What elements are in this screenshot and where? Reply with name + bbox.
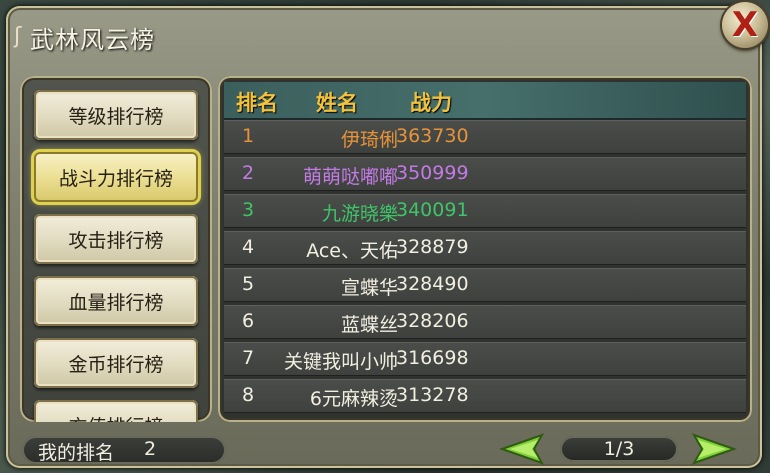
rank-cell: 7: [242, 347, 255, 369]
name-cell: 伊琦俐: [340, 129, 398, 151]
table-row[interactable]: 2 萌萌哒嘟嘟 350999: [224, 157, 746, 191]
nav-label: 攻击排行榜: [68, 229, 164, 252]
my-rank-label: 我的排名: [38, 442, 115, 464]
name-cell: 蓝蝶丝: [340, 314, 398, 336]
ranking-table: 排名 姓名 战力 1 伊琦俐 363730 2 萌萌哒嘟嘟 350999 3 九…: [218, 76, 752, 422]
header-name: 姓名: [316, 91, 358, 115]
name-cell: 6元麻辣烫: [309, 388, 398, 410]
table-row[interactable]: 6 蓝蝶丝 328206: [224, 305, 746, 339]
header-rank: 排名: [236, 91, 278, 115]
nav-attack-ranking-button[interactable]: 攻击排行榜: [34, 214, 198, 264]
power-cell: 328490: [396, 273, 469, 295]
table-row[interactable]: 1 伊琦俐 363730: [224, 120, 746, 154]
name-cell: 关键我叫小帅: [283, 351, 398, 373]
nav-label: 充值排行榜: [68, 412, 163, 423]
nav-level-ranking-button[interactable]: 等级排行榜: [34, 90, 198, 140]
power-cell: 363730: [396, 125, 469, 147]
rank-cell: 6: [242, 310, 255, 332]
power-cell: 350999: [396, 162, 469, 184]
name-cell: 宣蝶华: [340, 277, 398, 299]
power-cell: 313278: [396, 384, 469, 406]
power-cell: 328879: [396, 236, 469, 258]
rank-cell: 8: [242, 384, 255, 406]
nav-label: 血量排行榜: [68, 291, 164, 314]
table-row[interactable]: 8 6元麻辣烫 313278: [224, 379, 746, 413]
power-cell: 328206: [396, 310, 469, 332]
power-cell: 340091: [396, 199, 469, 221]
nav-label: 金币排行榜: [68, 353, 164, 376]
table-row[interactable]: 7 关键我叫小帅 316698: [224, 342, 746, 376]
close-button[interactable]: X: [722, 2, 768, 48]
nav-label: 等级排行榜: [68, 105, 164, 128]
rank-cell: 5: [242, 273, 255, 295]
close-icon: X: [731, 5, 759, 45]
ranking-category-nav: 等级排行榜 战斗力排行榜 攻击排行榜 血量排行榜 金币排行榜 充值排行榜: [20, 76, 212, 422]
name-cell: 萌萌哒嘟嘟: [302, 166, 398, 188]
my-rank-bar: 我的排名 2: [22, 436, 226, 464]
table-row[interactable]: 4 Ace、天佑 328879: [224, 231, 746, 265]
rank-cell: 4: [242, 236, 255, 258]
name-cell: Ace、天佑: [306, 240, 398, 262]
name-cell: 九游晓樂: [321, 203, 398, 225]
table-row[interactable]: 3 九游晓樂 340091: [224, 194, 746, 228]
nav-label: 战斗力排行榜: [58, 167, 173, 190]
prev-page-arrow-icon[interactable]: [498, 432, 546, 466]
rank-cell: 3: [242, 199, 255, 221]
nav-combat-power-ranking-button[interactable]: 战斗力排行榜: [34, 152, 198, 202]
title-bar: ʃ 武林风云榜: [6, 6, 726, 64]
nav-hp-ranking-button[interactable]: 血量排行榜: [34, 276, 198, 326]
power-cell: 316698: [396, 347, 469, 369]
nav-gold-ranking-button[interactable]: 金币排行榜: [34, 338, 198, 388]
table-header: 排名 姓名 战力: [224, 82, 746, 120]
window-title: 武林风云榜: [30, 26, 155, 54]
rank-cell: 1: [242, 125, 255, 147]
page-indicator: 1/3: [560, 436, 678, 462]
next-page-arrow-icon[interactable]: [690, 432, 738, 466]
table-row[interactable]: 5 宣蝶华 328490: [224, 268, 746, 302]
my-rank-value: 2: [144, 438, 157, 460]
header-power: 战力: [410, 91, 452, 115]
title-swirl-ornament-icon: ʃ: [14, 24, 22, 49]
rank-cell: 2: [242, 162, 255, 184]
nav-recharge-ranking-button[interactable]: 充值排行榜: [34, 400, 198, 422]
